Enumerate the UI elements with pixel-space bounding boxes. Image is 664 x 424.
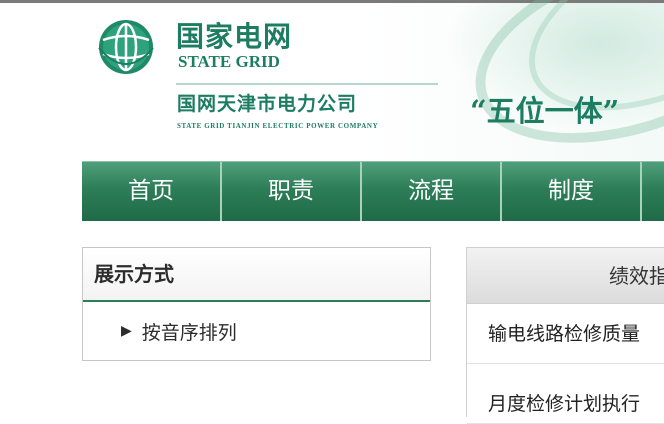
main-nav: 首页 职责 流程 制度 [82,161,664,221]
nav-item-rules[interactable]: 制度 [502,162,642,221]
brand-name-cn: 国家电网 [176,20,293,53]
table-row[interactable]: 月度检修计划执行 [467,364,664,424]
triangle-right-icon: ▶ [121,323,132,339]
state-grid-logo-icon [98,20,154,74]
display-mode-panel: 展示方式 ▶ 按音序排列 [82,247,431,361]
nav-item-process[interactable]: 流程 [362,162,502,221]
slogan-title: “五位一体” [470,94,620,128]
table-header: 绩效指 [467,248,664,304]
nav-item-home[interactable]: 首页 [82,162,222,221]
company-name-cn: 国网天津市电力公司 [177,93,358,115]
content-table: 绩效指 输电线路检修质量 月度检修计划执行 [466,247,664,424]
sidebar-item-alphabetical[interactable]: ▶ 按音序排列 [83,302,430,360]
brand-divider [176,83,438,85]
company-name-en: STATE GRID TIANJIN ELECTRIC POWER COMPAN… [177,122,379,130]
display-mode-title: 展示方式 [83,248,430,302]
brand-name-en: STATE GRID [178,52,280,71]
table-row[interactable]: 输电线路检修质量 [467,304,664,364]
nav-item-duties[interactable]: 职责 [222,162,362,221]
sidebar-item-label: 按音序排列 [141,321,237,344]
